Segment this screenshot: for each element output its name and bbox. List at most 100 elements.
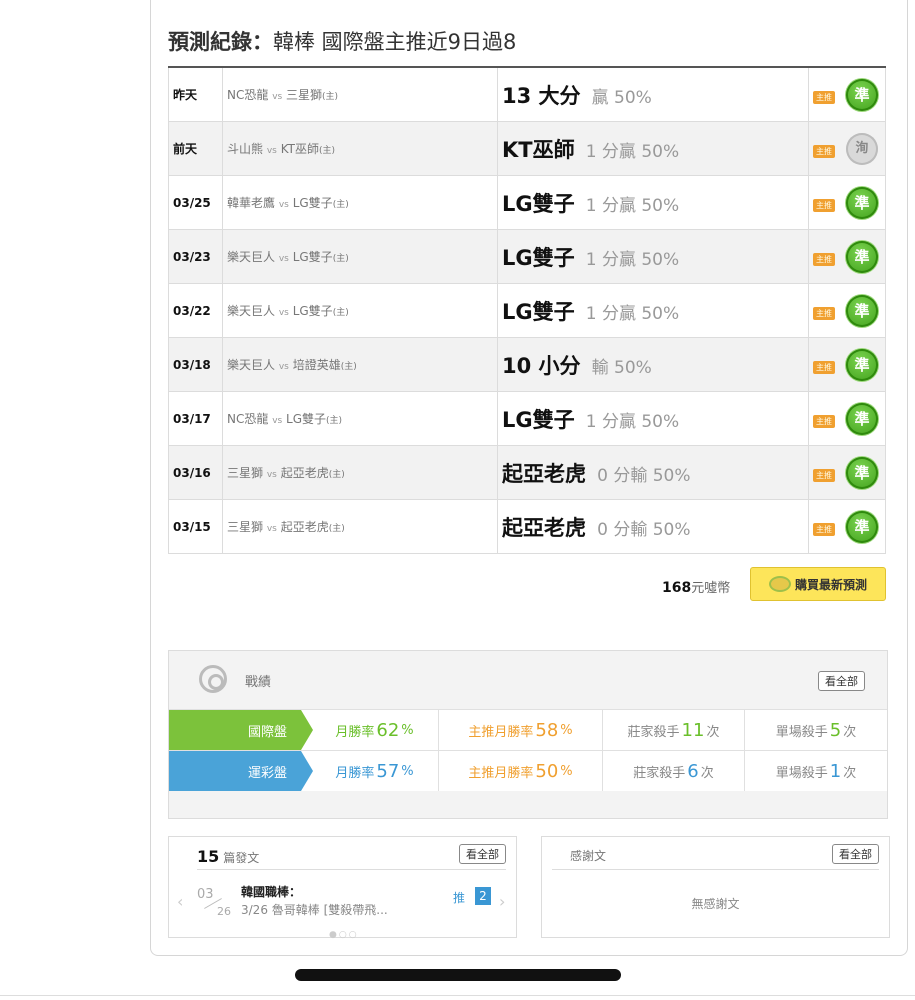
posts-see-all-button[interactable]: 看全部 (459, 844, 506, 864)
stats-header: 戰績 看全部 (169, 651, 887, 709)
record-row[interactable]: 前天 斗山熊 vs KT巫師(主) KT巫師 1 分贏 50% 主推 洵 (168, 121, 886, 176)
result-cell: 準 (839, 391, 886, 446)
divider (552, 869, 879, 870)
away-team: 樂天巨人 (227, 250, 276, 264)
host-mark: (主) (318, 146, 335, 156)
main-pick-tag: 主推 (808, 121, 839, 176)
post-day: 26 (217, 905, 231, 918)
buy-latest-prediction-button[interactable]: 購買最新預測 (750, 567, 886, 601)
post-subtitle[interactable]: 3/26 魯哥韓棒 [雙殺帶飛... (241, 901, 388, 918)
stats-market-type[interactable]: 國際盤 (169, 710, 313, 750)
result-badge-icon: 準 (846, 78, 878, 111)
record-pick: 起亞老虎 0 分輸 50% (497, 499, 809, 554)
chevron-left-icon[interactable]: ‹ (177, 892, 183, 911)
result-badge-icon: 準 (846, 186, 878, 219)
bookmaker-killer: 莊家殺手 11 次 (603, 710, 745, 750)
record-matchup[interactable]: 樂天巨人 vs 培證英雄(主) (222, 337, 498, 392)
record-date: 昨天 (168, 66, 223, 122)
pick-result: 1 分贏 50% (585, 195, 680, 216)
result-cell: 準 (839, 499, 886, 554)
post-title[interactable]: 韓國職棒： (241, 883, 301, 900)
record-date: 03/16 (168, 445, 223, 500)
away-team: 樂天巨人 (227, 358, 276, 372)
title-text: 韓棒 國際盤主推近9日過8 (273, 30, 517, 54)
record-row[interactable]: 03/18 樂天巨人 vs 培證英雄(主) 10 小分 輸 50% 主推 準 (168, 337, 886, 392)
stats-see-all-button[interactable]: 看全部 (818, 671, 865, 691)
price-unit: 元噓幣 (691, 581, 731, 596)
main-pick-tag-icon: 主推 (813, 415, 835, 428)
push-label: 推 (453, 891, 466, 905)
vs-label: vs (266, 146, 277, 156)
record-row[interactable]: 03/23 樂天巨人 vs LG雙子(主) LG雙子 1 分贏 50% 主推 準 (168, 229, 886, 284)
record-pick: 起亞老虎 0 分輸 50% (497, 445, 809, 500)
main-pick-tag: 主推 (808, 337, 839, 392)
record-matchup[interactable]: 斗山熊 vs KT巫師(主) (222, 121, 498, 176)
home-team: LG雙子 (286, 412, 327, 426)
host-mark: (主) (332, 200, 349, 210)
push-count: 2 (475, 887, 491, 905)
record-matchup[interactable]: 三星獅 vs 起亞老虎(主) (222, 499, 498, 554)
record-date: 03/18 (168, 337, 223, 392)
vs-label: vs (272, 416, 283, 426)
vs-label: vs (266, 470, 277, 480)
record-row[interactable]: 03/25 韓華老鷹 vs LG雙子(主) LG雙子 1 分贏 50% 主推 準 (168, 175, 886, 230)
main-pick-monthly-win-rate: 主推月勝率 58% (439, 710, 603, 750)
buy-button-label: 購買最新預測 (794, 577, 867, 592)
main-pick-tag: 主推 (808, 499, 839, 554)
host-mark: (主) (340, 362, 357, 372)
record-matchup[interactable]: 韓華老鷹 vs LG雙子(主) (222, 175, 498, 230)
main-pick-tag: 主推 (808, 391, 839, 446)
record-matchup[interactable]: NC恐龍 vs 三星獅(主) (222, 66, 498, 122)
record-matchup[interactable]: 三星獅 vs 起亞老虎(主) (222, 445, 498, 500)
main-pick-monthly-win-rate: 主推月勝率 50% (439, 751, 603, 791)
record-date: 03/15 (168, 499, 223, 554)
result-cell: 準 (839, 229, 886, 284)
main-pick-tag-icon: 主推 (813, 361, 835, 374)
record-row[interactable]: 03/15 三星獅 vs 起亞老虎(主) 起亞老虎 0 分輸 50% 主推 準 (168, 499, 886, 554)
away-team: 斗山熊 (227, 142, 264, 156)
vs-label: vs (278, 308, 289, 318)
pick-result: 贏 50% (591, 87, 652, 108)
away-team: 韓華老鷹 (227, 196, 276, 210)
record-matchup[interactable]: 樂天巨人 vs LG雙子(主) (222, 283, 498, 338)
pick-result: 1 分贏 50% (585, 141, 680, 162)
home-team: LG雙子 (292, 196, 333, 210)
record-pick: LG雙子 1 分贏 50% (497, 391, 809, 446)
result-cell: 準 (839, 283, 886, 338)
pick-name: LG雙子 (502, 407, 575, 432)
record-row[interactable]: 03/17 NC恐龍 vs LG雙子(主) LG雙子 1 分贏 50% 主推 準 (168, 391, 886, 446)
record-matchup[interactable]: NC恐龍 vs LG雙子(主) (222, 391, 498, 446)
record-matchup[interactable]: 樂天巨人 vs LG雙子(主) (222, 229, 498, 284)
posts-count: 15 (197, 847, 220, 866)
stats-market-type[interactable]: 運彩盤 (169, 751, 313, 791)
main-pick-tag: 主推 (808, 445, 839, 500)
host-mark: (主) (332, 308, 349, 318)
main-pick-tag: 主推 (808, 229, 839, 284)
vs-label: vs (266, 524, 277, 534)
main-pick-tag-icon: 主推 (813, 307, 835, 320)
post-month: 03 (197, 887, 214, 902)
pick-name: LG雙子 (502, 191, 575, 216)
divider (0, 995, 915, 996)
pick-name: KT巫師 (502, 137, 575, 162)
posts-label: 篇發文 (223, 851, 260, 865)
monthly-win-rate: 月勝率 62% (301, 710, 439, 750)
host-mark: (主) (332, 254, 349, 264)
home-indicator[interactable] (295, 969, 621, 981)
record-row[interactable]: 03/22 樂天巨人 vs LG雙子(主) LG雙子 1 分贏 50% 主推 準 (168, 283, 886, 338)
record-row[interactable]: 03/16 三星獅 vs 起亞老虎(主) 起亞老虎 0 分輸 50% 主推 準 (168, 445, 886, 500)
host-mark: (主) (328, 524, 345, 534)
vs-label: vs (278, 254, 289, 264)
coin-icon (768, 576, 791, 592)
main-pick-tag: 主推 (808, 283, 839, 338)
chevron-right-icon[interactable]: › (499, 892, 505, 911)
record-row[interactable]: 昨天 NC恐龍 vs 三星獅(主) 13 大分 贏 50% 主推 準 (168, 66, 886, 122)
host-mark: (主) (322, 92, 339, 102)
thanks-see-all-button[interactable]: 看全部 (832, 844, 879, 864)
record-pick: LG雙子 1 分贏 50% (497, 175, 809, 230)
vs-label: vs (278, 200, 289, 210)
pick-name: LG雙子 (502, 299, 575, 324)
home-team: 三星獅 (286, 88, 323, 102)
away-team: 樂天巨人 (227, 304, 276, 318)
pick-name: 13 大分 (502, 83, 581, 108)
